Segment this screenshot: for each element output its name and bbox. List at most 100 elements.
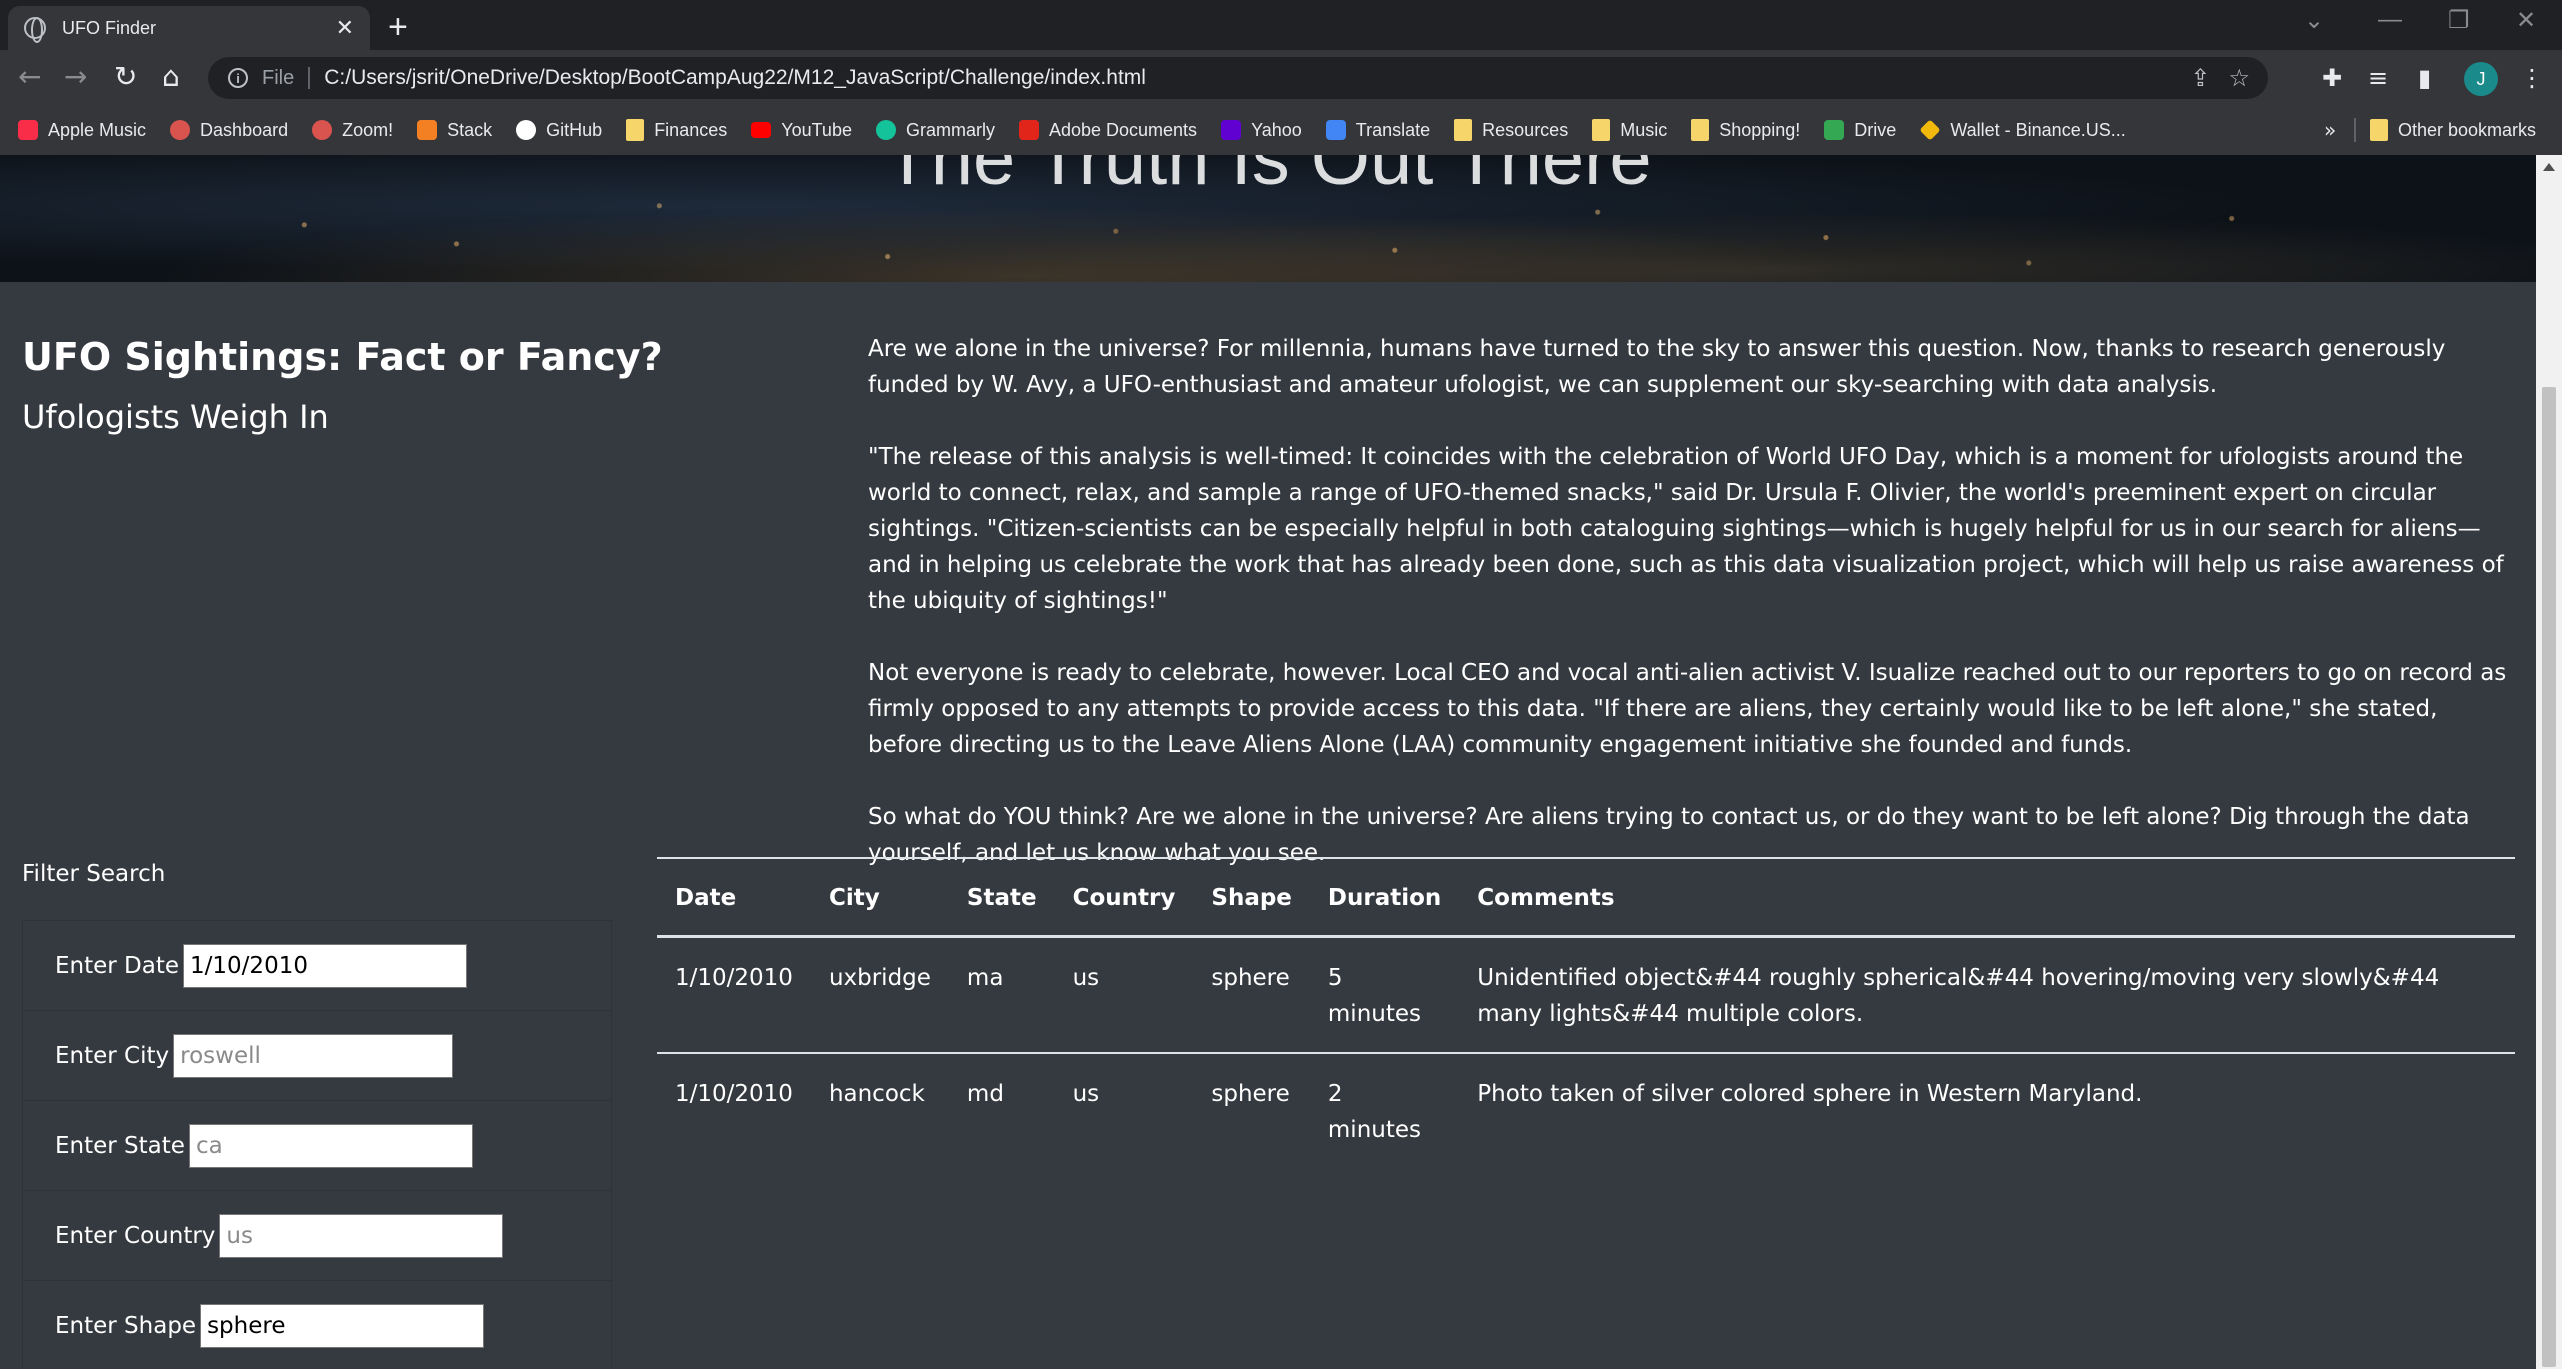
article-paragraph: "The release of this analysis is well-ti… <box>868 444 2504 614</box>
page-scrollbar[interactable] <box>2536 155 2562 1369</box>
page-heading: UFO Sightings: Fact or Fancy? Ufologists… <box>22 331 782 449</box>
menu-icon[interactable]: ⋮ <box>2520 64 2544 92</box>
url-text[interactable]: C:/Users/jsrit/OneDrive/Desktop/BootCamp… <box>324 66 2190 90</box>
filter-row-city: Enter City <box>22 1010 612 1100</box>
bookmark-stack[interactable]: Stack <box>417 120 492 141</box>
forward-button[interactable]: → <box>64 60 87 93</box>
bookmark-dashboard[interactable]: Dashboard <box>170 120 288 141</box>
cell-duration: 2 minutes <box>1327 1081 1422 1143</box>
stack-overflow-icon <box>417 120 438 140</box>
cell-duration: 5 minutes <box>1309 936 1460 1054</box>
browser-toolbar: ← → ↻ ⌂ i File C:/Users/jsrit/OneDrive/D… <box>0 50 2562 106</box>
bookmark-yahoo[interactable]: Yahoo <box>1221 120 1302 141</box>
header-date: Date <box>657 857 811 938</box>
home-button[interactable]: ⌂ <box>162 60 180 93</box>
zoom-icon <box>312 120 333 140</box>
shape-input[interactable] <box>200 1303 485 1348</box>
github-icon <box>516 120 537 140</box>
date-label: Enter Date <box>55 952 180 979</box>
tab-ufo-finder[interactable]: UFO Finder ✕ <box>8 6 370 50</box>
header-row: Date City State Country Shape Duration C… <box>657 857 2515 938</box>
yahoo-icon <box>1221 120 1242 140</box>
url-scheme: File <box>262 67 311 89</box>
reload-button[interactable]: ↻ <box>114 60 137 93</box>
google-drive-icon <box>1824 120 1845 140</box>
filter-row-state: Enter State <box>22 1100 612 1190</box>
globe-icon <box>24 17 46 43</box>
city-label: Enter City <box>55 1042 170 1069</box>
cell-state: md <box>966 1081 1004 1107</box>
scrollbar-thumb[interactable] <box>2542 387 2556 1367</box>
filter-search-title: Filter Search <box>22 861 166 887</box>
table-row: 1/10/2010 uxbridge ma us sphere 5 minute… <box>657 936 2515 1054</box>
cell-date: 1/10/2010 <box>657 936 811 1054</box>
state-label: Enter State <box>55 1132 185 1159</box>
bookmark-translate[interactable]: Translate <box>1325 120 1430 141</box>
page-content: The Truth Is Out There UFO Sightings: Fa… <box>0 155 2536 1369</box>
bookmark-github[interactable]: GitHub <box>516 120 602 141</box>
grammarly-icon <box>875 120 896 140</box>
new-tab-button[interactable]: + <box>388 8 408 47</box>
heading-main: UFO Sightings: Fact or Fancy? <box>22 335 663 379</box>
date-input[interactable] <box>183 943 468 988</box>
filter-row-country: Enter Country <box>22 1190 612 1280</box>
address-bar[interactable]: i File C:/Users/jsrit/OneDrive/Desktop/B… <box>208 57 2268 99</box>
bookmark-resources[interactable]: Resources <box>1454 119 1568 141</box>
profile-avatar[interactable]: J <box>2464 62 2498 96</box>
header-shape: Shape <box>1193 857 1310 938</box>
bookmarks-bar: Apple Music Dashboard Zoom! Stack GitHub… <box>0 108 2562 152</box>
folder-icon <box>1454 119 1473 141</box>
scroll-up-arrow-icon[interactable] <box>2543 163 2555 171</box>
state-input[interactable] <box>188 1123 473 1168</box>
info-icon[interactable]: i <box>228 68 248 88</box>
extensions-icon[interactable]: ✚ <box>2322 64 2342 92</box>
hero-title: The Truth Is Out There <box>884 155 1652 201</box>
bookmark-star-icon[interactable]: ☆ <box>2228 64 2250 92</box>
bookmark-grammarly[interactable]: Grammarly <box>875 120 995 141</box>
cell-country: us <box>1054 936 1194 1054</box>
tab-strip: UFO Finder ✕ + ⌄ — ❐ ✕ <box>0 0 2562 50</box>
bookmarks-separator <box>2354 118 2356 142</box>
folder-icon <box>1592 119 1611 141</box>
filter-panel: Enter Date Enter City Enter State Enter … <box>22 920 612 1369</box>
header-city: City <box>810 857 949 938</box>
tab-search-icon[interactable]: ⌄ <box>2304 6 2324 35</box>
cell-country: us <box>1072 1081 1100 1107</box>
other-bookmarks[interactable]: Other bookmarks <box>2370 119 2536 141</box>
close-window-button[interactable]: ✕ <box>2516 6 2536 35</box>
bookmark-apple-music[interactable]: Apple Music <box>18 120 146 141</box>
country-input[interactable] <box>219 1213 504 1258</box>
bookmark-music[interactable]: Music <box>1592 119 1667 141</box>
folder-icon <box>1691 119 1710 141</box>
ufo-table: Date City State Country Shape Duration C… <box>657 857 2515 1168</box>
cell-shape: sphere <box>1193 936 1310 1054</box>
close-tab-icon[interactable]: ✕ <box>336 16 354 41</box>
browser-chrome: UFO Finder ✕ + ⌄ — ❐ ✕ ← → ↻ ⌂ i File C:… <box>0 0 2562 155</box>
bookmark-finances[interactable]: Finances <box>626 119 727 141</box>
filter-row-shape: Enter Shape <box>22 1280 612 1369</box>
header-country: Country <box>1054 857 1194 938</box>
side-panel-icon[interactable]: ▮ <box>2418 64 2431 92</box>
back-button[interactable]: ← <box>18 60 41 93</box>
restore-button[interactable]: ❐ <box>2448 6 2470 35</box>
bookmark-drive[interactable]: Drive <box>1824 120 1896 141</box>
table-header: Date City State Country Shape Duration C… <box>657 857 2515 938</box>
more-bookmarks-button[interactable]: » <box>2324 118 2336 142</box>
bookmark-zoom[interactable]: Zoom! <box>312 120 393 141</box>
bookmark-shopping[interactable]: Shopping! <box>1691 119 1800 141</box>
shape-label: Enter Shape <box>55 1312 197 1339</box>
bookmark-adobe-documents[interactable]: Adobe Documents <box>1018 120 1197 141</box>
media-control-icon[interactable]: ≡ <box>2368 64 2388 92</box>
share-icon[interactable]: ⇪ <box>2190 64 2210 92</box>
city-input[interactable] <box>173 1033 454 1078</box>
folder-icon <box>2370 119 2388 141</box>
bookmark-youtube[interactable]: YouTube <box>751 120 852 141</box>
minimize-button[interactable]: — <box>2378 6 2402 34</box>
heading-sub: Ufologists Weigh In <box>22 398 329 436</box>
translate-icon <box>1325 120 1346 140</box>
bookmark-binance-wallet[interactable]: Wallet - Binance.US... <box>1919 119 2126 141</box>
article-body: Are we alone in the universe? For millen… <box>868 331 2518 907</box>
article-paragraph: Are we alone in the universe? For millen… <box>868 336 2446 398</box>
cell-city: uxbridge <box>810 936 949 1054</box>
article-paragraph: Not everyone is ready to celebrate, howe… <box>868 660 2507 758</box>
